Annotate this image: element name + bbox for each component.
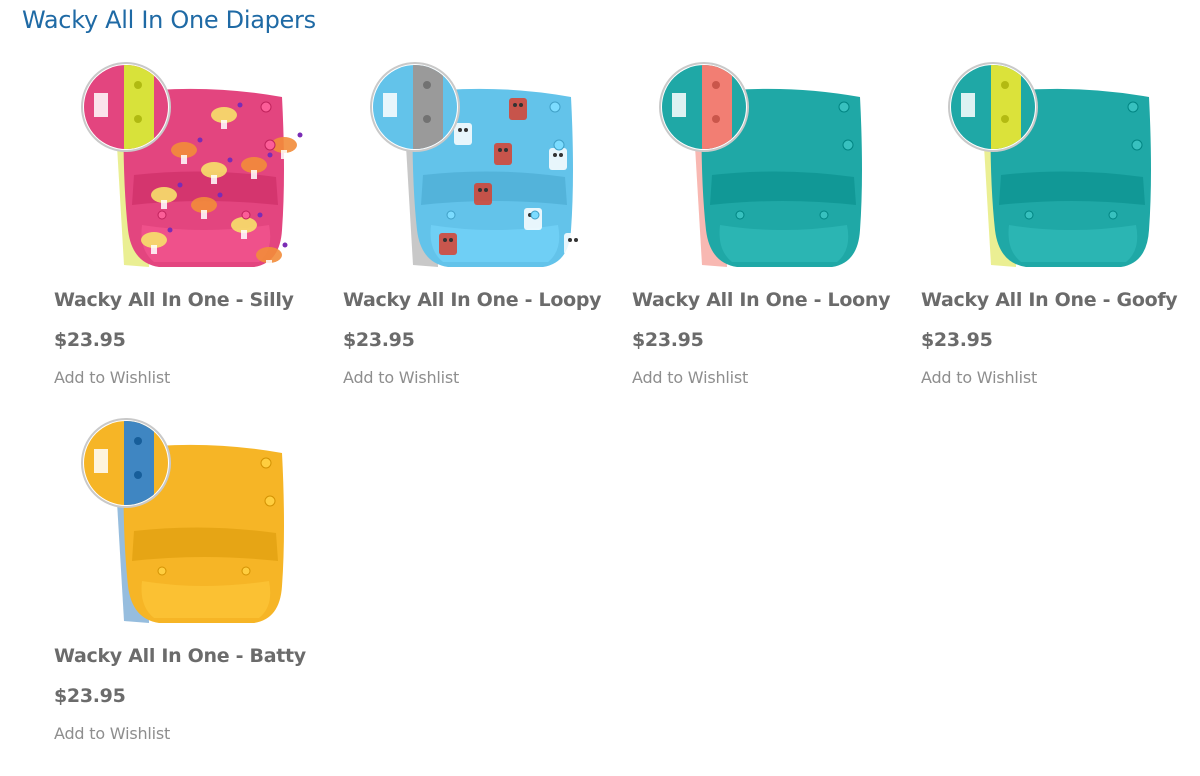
product-name-link[interactable]: Wacky All In One - Loopy	[343, 289, 613, 311]
product-name-link[interactable]: Wacky All In One - Loony	[632, 289, 902, 311]
product-card: Wacky All In One - Silly $23.95 Add to W…	[54, 55, 314, 415]
diaper-illustration	[632, 55, 892, 280]
product-image[interactable]	[343, 55, 603, 280]
add-to-wishlist-link[interactable]: Add to Wishlist	[54, 724, 170, 743]
product-card: Wacky All In One - Goofy $23.95 Add to W…	[921, 55, 1181, 415]
add-to-wishlist-link[interactable]: Add to Wishlist	[632, 368, 748, 387]
product-price: $23.95	[54, 685, 126, 707]
product-card: Wacky All In One - Loony $23.95 Add to W…	[632, 55, 892, 415]
product-price: $23.95	[54, 329, 126, 351]
add-to-wishlist-link[interactable]: Add to Wishlist	[343, 368, 459, 387]
diaper-illustration	[54, 411, 314, 636]
diaper-illustration	[921, 55, 1181, 280]
product-card: Wacky All In One - Loopy $23.95 Add to W…	[343, 55, 603, 415]
product-price: $23.95	[921, 329, 993, 351]
product-card: Wacky All In One - Batty $23.95 Add to W…	[54, 411, 314, 771]
add-to-wishlist-link[interactable]: Add to Wishlist	[921, 368, 1037, 387]
diaper-illustration	[54, 55, 314, 280]
product-price: $23.95	[343, 329, 415, 351]
product-name-link[interactable]: Wacky All In One - Silly	[54, 289, 324, 311]
product-image[interactable]	[632, 55, 892, 280]
add-to-wishlist-link[interactable]: Add to Wishlist	[54, 368, 170, 387]
diaper-illustration	[343, 55, 603, 280]
product-price: $23.95	[632, 329, 704, 351]
product-image[interactable]	[54, 411, 314, 636]
page-title: Wacky All In One Diapers	[22, 6, 316, 34]
product-image[interactable]	[921, 55, 1181, 280]
product-name-link[interactable]: Wacky All In One - Batty	[54, 645, 324, 667]
product-image[interactable]	[54, 55, 314, 280]
product-name-link[interactable]: Wacky All In One - Goofy	[921, 289, 1191, 311]
